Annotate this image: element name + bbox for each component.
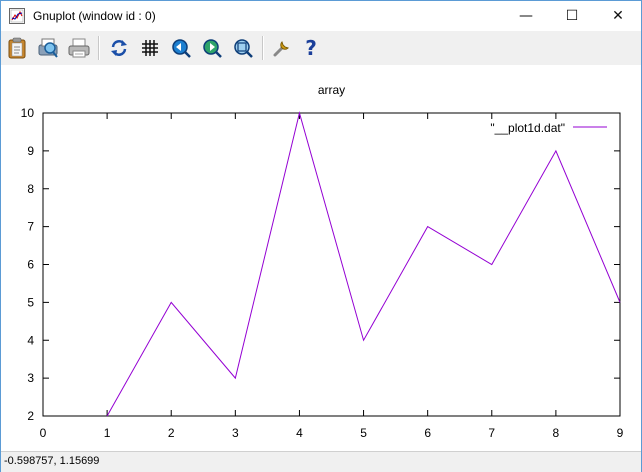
y-tick-label: 4 <box>27 333 34 347</box>
grid-icon[interactable] <box>138 36 162 60</box>
x-tick-label: 7 <box>488 426 495 440</box>
options-icon[interactable] <box>270 36 294 60</box>
y-tick-label: 6 <box>27 258 34 272</box>
x-tick-label: 4 <box>296 426 303 440</box>
x-tick-label: 9 <box>617 426 624 440</box>
minimize-icon: — <box>519 8 533 24</box>
y-tick-label: 10 <box>21 106 35 120</box>
toolbar-separator <box>262 36 264 60</box>
toolbar: ? <box>1 31 641 65</box>
y-tick-label: 3 <box>27 371 34 385</box>
title-bar[interactable]: Gnuplot (window id : 0) — ☐ ✕ <box>1 1 641 31</box>
window-title: Gnuplot (window id : 0) <box>33 9 156 23</box>
y-tick-label: 5 <box>27 295 34 309</box>
plot-canvas[interactable]: array 0 1 2 3 4 5 6 7 8 9 2 3 4 5 6 7 8 9 10 "__plot1d.da… <box>1 65 641 449</box>
x-tick-label: 3 <box>232 426 239 440</box>
replot-icon[interactable] <box>107 36 131 60</box>
zoom-next-icon[interactable] <box>200 36 224 60</box>
minimize-button[interactable]: — <box>503 1 549 31</box>
series-layer <box>106 111 621 417</box>
x-tick-label: 0 <box>40 426 47 440</box>
x-axis: 0 1 2 3 4 5 6 7 8 9 <box>40 113 624 440</box>
zoom-previous-icon[interactable] <box>169 36 193 60</box>
print-preview-icon[interactable] <box>36 36 60 60</box>
y-tick-label: 9 <box>27 144 34 158</box>
legend-label: "__plot1d.dat" <box>490 121 565 135</box>
toolbar-separator <box>98 36 100 60</box>
y-tick-label: 8 <box>27 182 34 196</box>
printer-icon[interactable] <box>67 36 91 60</box>
help-icon[interactable]: ? <box>299 36 323 60</box>
legend: "__plot1d.dat" <box>490 121 607 135</box>
x-tick-label: 8 <box>553 426 560 440</box>
x-tick-label: 6 <box>424 426 431 440</box>
close-icon: ✕ <box>612 8 624 24</box>
close-button[interactable]: ✕ <box>595 1 641 31</box>
x-tick-label: 2 <box>168 426 175 440</box>
x-tick-label: 1 <box>104 426 111 440</box>
maximize-button[interactable]: ☐ <box>549 1 595 31</box>
maximize-icon: ☐ <box>565 8 579 24</box>
clipboard-icon[interactable] <box>5 36 29 60</box>
plot-title: array <box>318 83 345 97</box>
series-line <box>106 111 621 417</box>
svg-text:?: ? <box>305 37 317 59</box>
y-axis: 2 3 4 5 6 7 8 9 10 <box>21 106 620 423</box>
unzoom-icon[interactable] <box>231 36 255 60</box>
plot-border <box>42 112 621 417</box>
plot-area[interactable]: array 0 1 2 3 4 5 6 7 8 9 2 3 4 5 6 7 8 9 10 "__plot1d.da… <box>1 65 641 449</box>
mouse-coordinates: -0.598757, 1.15699 <box>4 455 100 467</box>
y-tick-label: 2 <box>27 409 34 423</box>
status-bar: -0.598757, 1.15699 <box>1 451 641 472</box>
gnuplot-app-icon <box>9 8 25 24</box>
x-tick-label: 5 <box>360 426 367 440</box>
gnuplot-window: Gnuplot (window id : 0) — ☐ ✕ ? array 0 … <box>0 0 642 472</box>
y-tick-label: 7 <box>27 220 34 234</box>
